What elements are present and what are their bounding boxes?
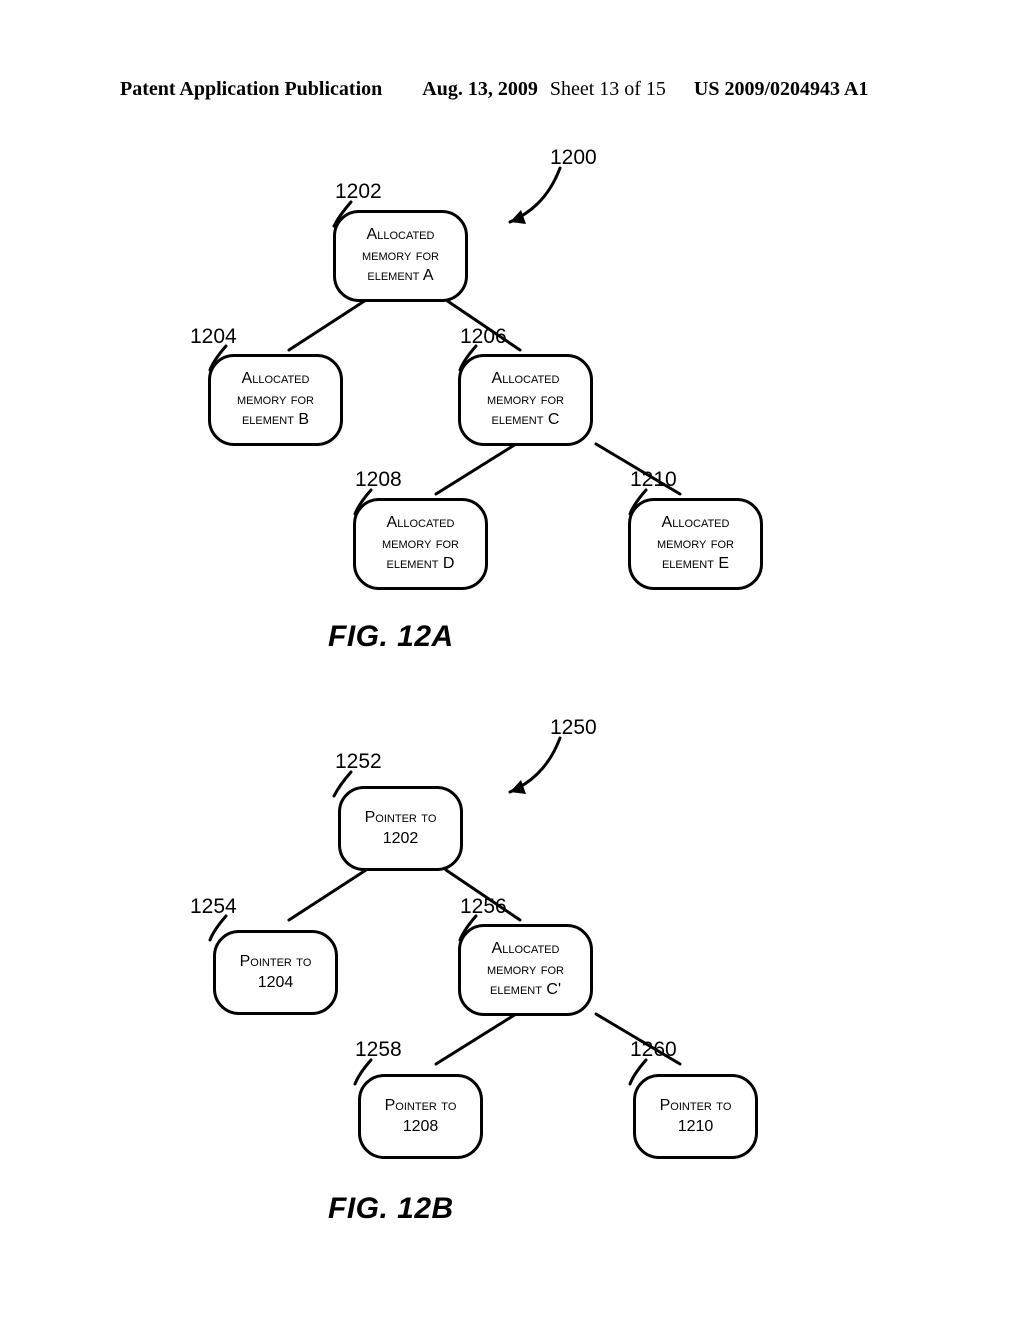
header-publication-type: Patent Application Publication <box>120 78 382 101</box>
node-pointer-1208-text: Pointer to 1208 <box>367 1096 474 1137</box>
ref-1250: 1250 <box>550 716 597 740</box>
node-element-c-prime-text: Allocated memory for element C' <box>467 939 584 1000</box>
node-element-a-text: Allocated memory for element A <box>342 225 459 286</box>
page: Patent Application Publication Aug. 13, … <box>0 0 1024 1320</box>
node-element-b-text: Allocated memory for element B <box>217 369 334 430</box>
node-element-b: Allocated memory for element B <box>208 354 343 446</box>
ref-1260: 1260 <box>630 1038 677 1062</box>
figure-12a-label: FIG. 12A <box>328 620 454 654</box>
page-header: Patent Application Publication Aug. 13, … <box>0 78 1024 101</box>
node-element-a: Allocated memory for element A <box>333 210 468 302</box>
ref-1252: 1252 <box>335 750 382 774</box>
ref-1208: 1208 <box>355 468 402 492</box>
ref-1202: 1202 <box>335 180 382 204</box>
node-pointer-1210-text: Pointer to 1210 <box>642 1096 749 1137</box>
figure-12b-label: FIG. 12B <box>328 1192 454 1226</box>
header-sheet: Sheet 13 of 15 <box>550 78 666 101</box>
node-element-c: Allocated memory for element C <box>458 354 593 446</box>
ref-1254: 1254 <box>190 895 237 919</box>
ref-1256: 1256 <box>460 895 507 919</box>
node-element-c-prime: Allocated memory for element C' <box>458 924 593 1016</box>
ref-1204: 1204 <box>190 325 237 349</box>
node-pointer-1208: Pointer to 1208 <box>358 1074 483 1159</box>
node-pointer-1204: Pointer to 1204 <box>213 930 338 1015</box>
ref-1210: 1210 <box>630 468 677 492</box>
header-pub-number: US 2009/0204943 A1 <box>694 78 868 101</box>
ref-1206: 1206 <box>460 325 507 349</box>
ref-1258: 1258 <box>355 1038 402 1062</box>
connectors-layer <box>0 0 1024 1320</box>
node-element-e-text: Allocated memory for element E <box>637 513 754 574</box>
node-element-d-text: Allocated memory for element D <box>362 513 479 574</box>
node-element-d: Allocated memory for element D <box>353 498 488 590</box>
ref-1200: 1200 <box>550 146 597 170</box>
node-element-c-text: Allocated memory for element C <box>467 369 584 430</box>
node-pointer-1202: Pointer to 1202 <box>338 786 463 871</box>
node-pointer-1210: Pointer to 1210 <box>633 1074 758 1159</box>
node-element-e: Allocated memory for element E <box>628 498 763 590</box>
node-pointer-1202-text: Pointer to 1202 <box>347 808 454 849</box>
node-pointer-1204-text: Pointer to 1204 <box>222 952 329 993</box>
header-date: Aug. 13, 2009 <box>422 78 538 101</box>
